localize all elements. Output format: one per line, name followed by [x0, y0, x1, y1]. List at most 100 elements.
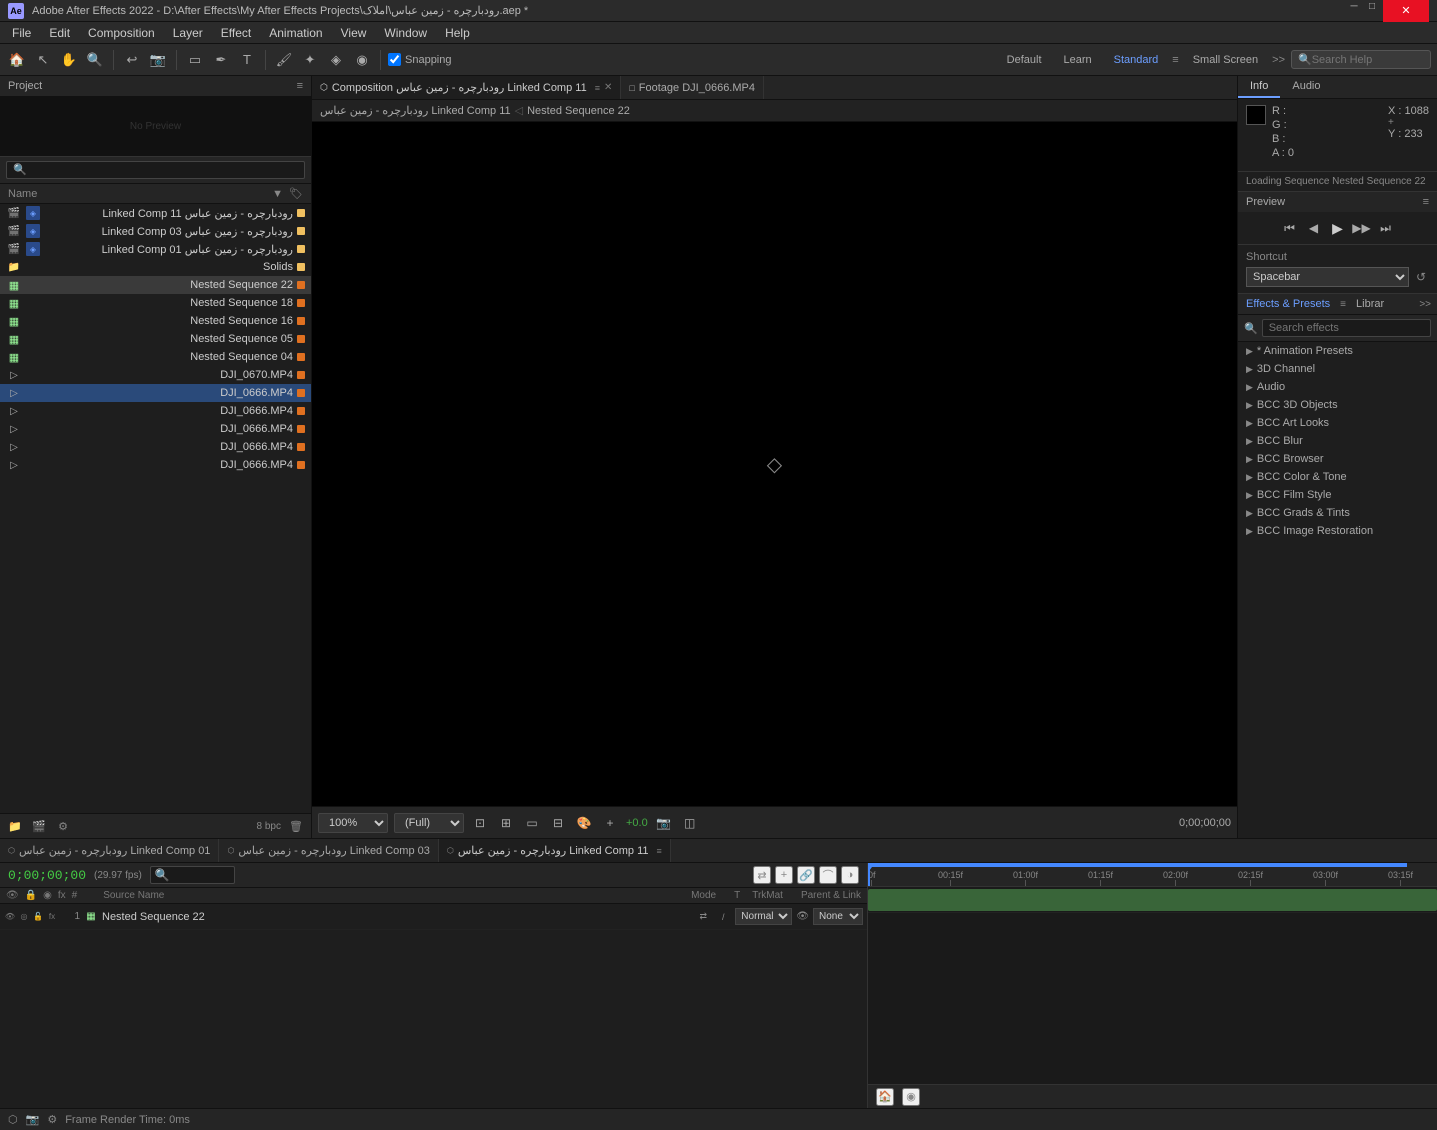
- effects-more[interactable]: >>: [1413, 297, 1437, 312]
- effects-search-input[interactable]: [1262, 319, 1431, 337]
- new-folder-btn[interactable]: 📁: [6, 817, 24, 835]
- preview-next[interactable]: ▶▶: [1352, 218, 1372, 238]
- track-clip-1[interactable]: [868, 889, 1437, 911]
- workspace-default[interactable]: Default: [999, 52, 1050, 68]
- tl-search-input[interactable]: [170, 869, 230, 881]
- project-search-input[interactable]: [6, 161, 305, 179]
- viewer-canvas[interactable]: ◇: [312, 122, 1237, 806]
- project-item-dji0666-4[interactable]: ▷ DJI_0666.MP4: [0, 438, 311, 456]
- layer-arrow-btn[interactable]: /: [715, 909, 731, 925]
- effects-cat-audio[interactable]: ▶ Audio: [1238, 378, 1437, 396]
- snapshot-btn[interactable]: 📷: [654, 813, 674, 833]
- pen-tool[interactable]: ✒: [210, 49, 232, 71]
- workspace-learn[interactable]: Learn: [1056, 52, 1100, 68]
- fit-btn[interactable]: ⊡: [470, 813, 490, 833]
- menu-composition[interactable]: Composition: [80, 24, 163, 42]
- text-tool[interactable]: T: [236, 49, 258, 71]
- project-item-comp11[interactable]: 🎬 ◈ رودبارچره - زمین عباس Linked Comp 11: [0, 204, 311, 222]
- breadcrumb-comp11[interactable]: رودبارچره - زمین عباس Linked Comp 11: [320, 104, 511, 117]
- delete-btn[interactable]: 🗑: [287, 817, 305, 835]
- timeline-tab-comp11[interactable]: ⬡ رودبارچره - زمین عباس Linked Comp 11 ≡: [439, 839, 671, 862]
- effects-tab[interactable]: Effects & Presets: [1238, 294, 1338, 314]
- timeline-tab-comp01[interactable]: ⬡ رودبارچره - زمین عباس Linked Comp 01: [0, 839, 219, 862]
- pixel-btn[interactable]: ⊞: [496, 813, 516, 833]
- hand-tool[interactable]: ✋: [58, 49, 80, 71]
- channel-btn[interactable]: 🎨: [574, 813, 594, 833]
- layer-eye-icon[interactable]: 👁: [4, 911, 16, 923]
- project-settings-btn[interactable]: ⚙: [54, 817, 72, 835]
- eraser-tool[interactable]: ◈: [325, 49, 347, 71]
- new-comp-btn[interactable]: 🎬: [30, 817, 48, 835]
- preview-last[interactable]: ⏭: [1376, 218, 1396, 238]
- layer-effects-icon[interactable]: fx: [46, 911, 58, 923]
- effects-cat-bccart[interactable]: ▶ BCC Art Looks: [1238, 414, 1437, 432]
- col-options[interactable]: 🏷: [289, 187, 303, 200]
- zoom-tool[interactable]: 🔍: [84, 49, 106, 71]
- menu-view[interactable]: View: [333, 24, 375, 42]
- project-item-nested04[interactable]: ▦ Nested Sequence 04: [0, 348, 311, 366]
- project-item-nested05[interactable]: ▦ Nested Sequence 05: [0, 330, 311, 348]
- tl-link-btn[interactable]: 🔗: [797, 866, 815, 884]
- search-help-input[interactable]: [1312, 54, 1424, 66]
- rect-tool[interactable]: ▭: [184, 49, 206, 71]
- library-tab[interactable]: Librar: [1348, 294, 1392, 314]
- tl-tab-menu[interactable]: ≡: [657, 846, 662, 856]
- workspace-more[interactable]: >>: [1272, 54, 1285, 66]
- project-item-nested22[interactable]: ▦ Nested Sequence 22: [0, 276, 311, 294]
- preview-play[interactable]: ▶: [1328, 218, 1348, 238]
- effects-cat-bccblur[interactable]: ▶ BCC Blur: [1238, 432, 1437, 450]
- project-item-nested16[interactable]: ▦ Nested Sequence 16: [0, 312, 311, 330]
- viewer-tab-close-comp11[interactable]: ✕: [604, 82, 612, 93]
- quality-select[interactable]: (Full) (Half): [394, 813, 464, 833]
- effects-cat-bccbrowser[interactable]: ▶ BCC Browser: [1238, 450, 1437, 468]
- status-icon-3[interactable]: ⚙: [47, 1113, 57, 1126]
- viewer-tab-footage[interactable]: □ Footage DJI_0666.MP4: [621, 76, 764, 99]
- camera-tool[interactable]: 📷: [147, 49, 169, 71]
- menu-edit[interactable]: Edit: [41, 24, 78, 42]
- tl-motion-btn[interactable]: ◑: [841, 866, 859, 884]
- tl-transfer-btn[interactable]: ⇄: [753, 866, 771, 884]
- audio-tab[interactable]: Audio: [1280, 76, 1332, 98]
- layer-transfer-btn[interactable]: ⇄: [695, 909, 711, 925]
- workspace-smallscreen[interactable]: Small Screen: [1185, 52, 1266, 68]
- grid-btn[interactable]: ⊟: [548, 813, 568, 833]
- layer-solo-icon[interactable]: ◎: [18, 911, 30, 923]
- project-item-comp03[interactable]: 🎬 ◈ رودبارچره - زمین عباس Linked Comp 03: [0, 222, 311, 240]
- shortcut-select[interactable]: Spacebar: [1246, 267, 1409, 287]
- effects-cat-bccimage[interactable]: ▶ BCC Image Restoration: [1238, 522, 1437, 540]
- status-icon-1[interactable]: ⬡: [8, 1113, 18, 1126]
- project-item-dji0666-2[interactable]: ▷ DJI_0666.MP4: [0, 402, 311, 420]
- rotate-tool[interactable]: ↩: [121, 49, 143, 71]
- close-button[interactable]: ✕: [1383, 0, 1429, 22]
- tl-graph-btn[interactable]: ⌒: [819, 866, 837, 884]
- project-item-dji0666-1[interactable]: ▷ DJI_0666.MP4: [0, 384, 311, 402]
- menu-help[interactable]: Help: [437, 24, 478, 42]
- ruler[interactable]: 0f 00:15f 01:00f 01:15f: [868, 863, 1437, 887]
- viewer-tab-menu[interactable]: ≡: [595, 83, 600, 93]
- puppet-tool[interactable]: ◉: [351, 49, 373, 71]
- safe-btn[interactable]: ▭: [522, 813, 542, 833]
- project-item-solids[interactable]: 📁 Solids: [0, 258, 311, 276]
- playhead[interactable]: [868, 863, 870, 886]
- preview-prev[interactable]: ◀: [1304, 218, 1324, 238]
- select-tool[interactable]: ↖: [32, 49, 54, 71]
- menu-layer[interactable]: Layer: [165, 24, 211, 42]
- status-icon-2[interactable]: 📷: [26, 1113, 40, 1126]
- effects-cat-bccfilm[interactable]: ▶ BCC Film Style: [1238, 486, 1437, 504]
- exposure-btn[interactable]: +: [600, 813, 620, 833]
- viewer-tab-comp11[interactable]: ⬡ Composition رودبارچره - زمین عباس Link…: [312, 76, 621, 99]
- menu-effect[interactable]: Effect: [213, 24, 259, 42]
- project-item-dji0666-5[interactable]: ▷ DJI_0666.MP4: [0, 456, 311, 474]
- zoom-select[interactable]: 100% 50% 200%: [318, 813, 388, 833]
- info-tab[interactable]: Info: [1238, 76, 1280, 98]
- effects-cat-bcc3d[interactable]: ▶ BCC 3D Objects: [1238, 396, 1437, 414]
- layer-parent-select[interactable]: None: [813, 908, 863, 925]
- show-snapshot-btn[interactable]: ◫: [680, 813, 700, 833]
- layer-row-1[interactable]: 👁 ◎ 🔓 fx 1 ▦ Nested Sequence 22 ⇄ / Norm…: [0, 904, 867, 930]
- layer-mode-select[interactable]: Normal: [735, 908, 792, 925]
- project-item-nested18[interactable]: ▦ Nested Sequence 18: [0, 294, 311, 312]
- effects-cat-animation-presets[interactable]: ▶ * Animation Presets: [1238, 342, 1437, 360]
- search-help-box[interactable]: 🔍: [1291, 50, 1431, 69]
- tl-foot-graph[interactable]: ◉: [902, 1088, 920, 1106]
- preview-menu[interactable]: ≡: [1423, 196, 1429, 208]
